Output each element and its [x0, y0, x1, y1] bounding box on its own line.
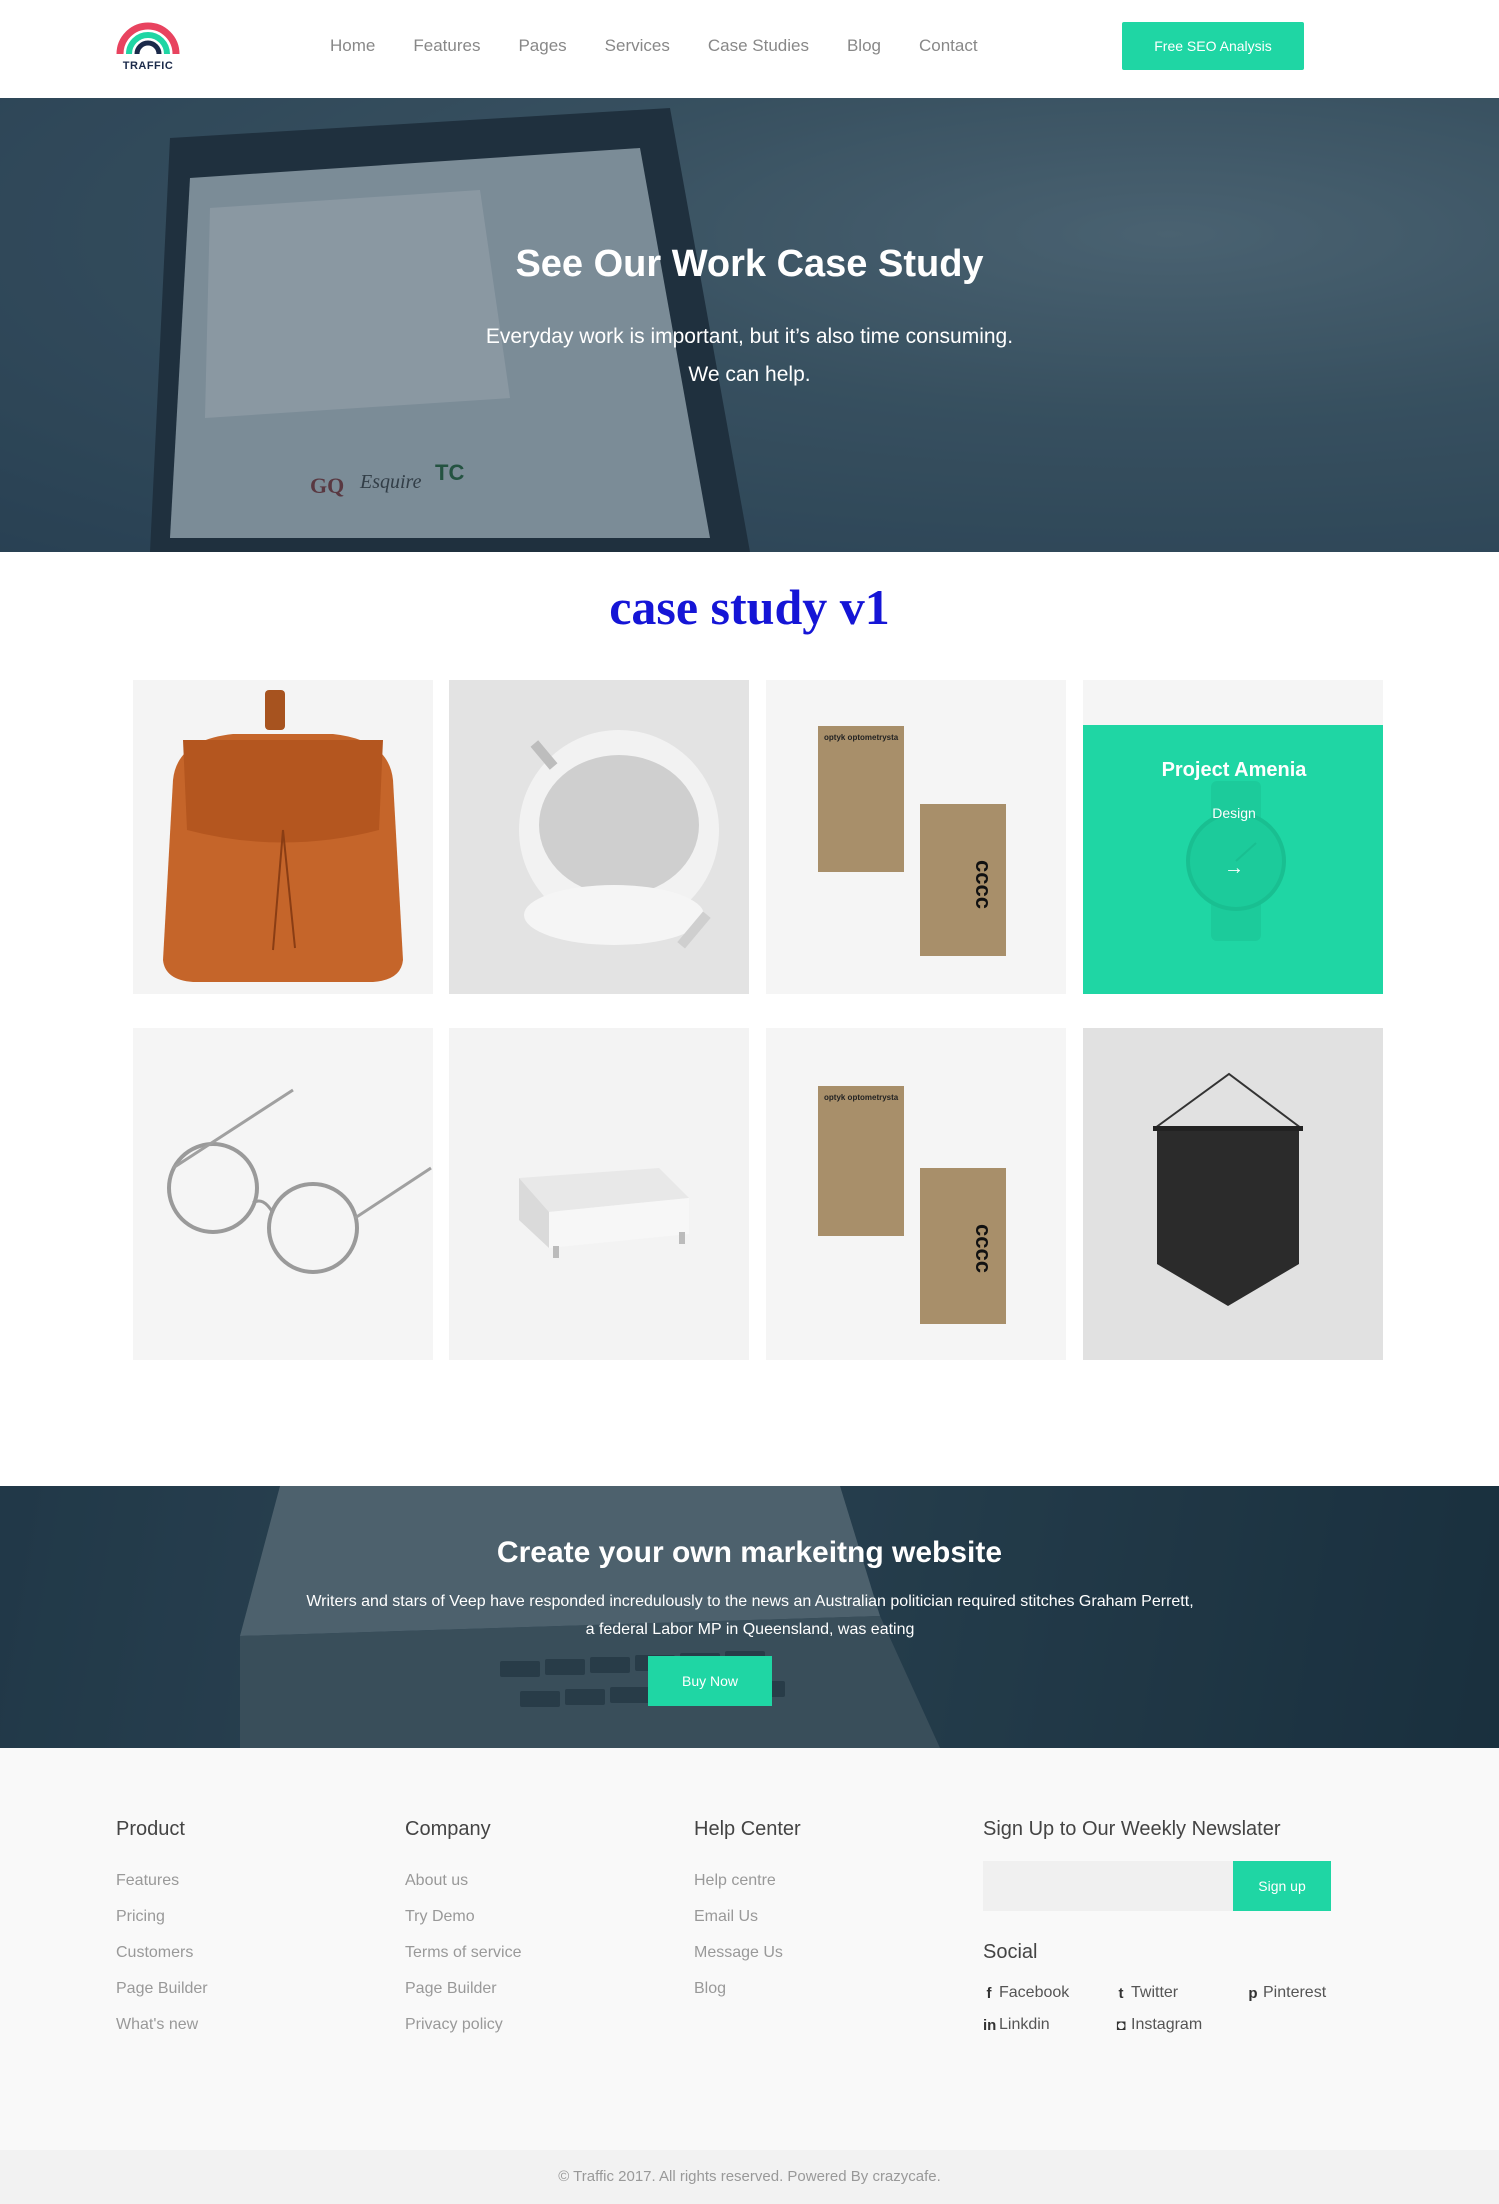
nav-features[interactable]: Features: [413, 34, 480, 58]
case-card-pennant[interactable]: [1083, 1028, 1383, 1360]
nav-contact[interactable]: Contact: [919, 34, 978, 58]
newsletter-email-input[interactable]: [983, 1861, 1233, 1911]
footer-link[interactable]: Page Builder: [116, 1971, 208, 2007]
featured-project-title: Project Amenia: [1161, 759, 1307, 781]
banner-text: Writers and stars of Veep have responded…: [306, 1593, 1194, 1638]
twitter-icon: t: [1118, 1984, 1124, 2002]
card-logo-text: optyk optometrysta: [824, 733, 899, 742]
case-card-business-cards-2[interactable]: optyk optometrysta cccc: [766, 1028, 1066, 1360]
footer-column-company: Company About us Try Demo Terms of servi…: [405, 1818, 521, 2043]
footer-link[interactable]: Help centre: [694, 1863, 801, 1899]
case-card-featured-project[interactable]: Project Amenia Design →: [1083, 680, 1383, 994]
pennant-image: [1083, 1028, 1383, 1360]
footer-link[interactable]: What's new: [116, 2007, 208, 2043]
social-title: Social: [983, 1941, 1038, 1963]
business-cards-image: optyk optometrysta cccc: [766, 680, 1066, 994]
footer-link[interactable]: Features: [116, 1863, 208, 1899]
footer-column-title: Product: [116, 1818, 185, 1840]
logo-text: TRAFFIC: [122, 60, 174, 72]
footer-link[interactable]: Email Us: [694, 1899, 801, 1935]
buy-now-button[interactable]: Buy Now: [648, 1656, 772, 1706]
sofa-image: [449, 1028, 749, 1360]
social-label: Facebook: [999, 1984, 1070, 2001]
social-facebook[interactable]: f Facebook: [983, 1984, 1115, 2002]
social-label: Twitter: [1131, 1984, 1179, 2001]
footer-link[interactable]: Customers: [116, 1935, 208, 1971]
pinterest-icon: p: [1248, 1984, 1258, 2002]
case-card-business-cards[interactable]: optyk optometrysta cccc: [766, 680, 1066, 994]
banner-title: Create your own markeitng website: [496, 1536, 1003, 1569]
case-card-chair[interactable]: [449, 680, 749, 994]
newsletter-form: Sign up: [983, 1861, 1383, 1911]
newsletter-title: Sign Up to Our Weekly Newslater: [983, 1818, 1281, 1840]
chair-image: [449, 680, 749, 994]
case-card-backpack[interactable]: [133, 680, 433, 994]
footer-column-help-center: Help Center Help centre Email Us Message…: [694, 1818, 801, 2007]
free-seo-analysis-button[interactable]: Free SEO Analysis: [1122, 22, 1304, 70]
hero-section: GQ Esquire TC See Our Work Case Study Ev…: [0, 98, 1499, 552]
nav-home[interactable]: Home: [330, 34, 375, 58]
case-card-glasses[interactable]: [133, 1028, 433, 1360]
newsletter-section: Sign Up to Our Weekly Newslater Sign up …: [983, 1818, 1383, 2034]
site-header: TRAFFIC Home Features Pages Services Cas…: [0, 0, 1499, 98]
social-label: Linkdin: [999, 2016, 1050, 2033]
featured-panel: Project Amenia Design →: [1083, 725, 1383, 994]
footer-link[interactable]: Try Demo: [405, 1899, 521, 1935]
social-label: Instagram: [1131, 2016, 1203, 2033]
hero-subtitle-line-2: We can help.: [688, 363, 811, 386]
hero-subtitle-line-1: Everyday work is important, but it’s als…: [485, 325, 1014, 348]
nav-case-studies[interactable]: Case Studies: [708, 34, 809, 58]
footer-link[interactable]: Blog: [694, 1971, 801, 2007]
site-footer: Product Features Pricing Customers Page …: [0, 1748, 1499, 2150]
nav-pages[interactable]: Pages: [518, 34, 566, 58]
footer-column-title: Help Center: [694, 1818, 801, 1840]
footer-column-product: Product Features Pricing Customers Page …: [116, 1818, 208, 2043]
card-logo-text-2: optyk optometrysta: [824, 1093, 899, 1102]
social-label: Pinterest: [1263, 1984, 1327, 2001]
footer-link[interactable]: Page Builder: [405, 1971, 521, 2007]
footer-link[interactable]: Pricing: [116, 1899, 208, 1935]
case-study-heading: case study v1: [609, 579, 890, 635]
hero-subtitle: Everyday work is important, but it’s als…: [0, 318, 1499, 394]
social-pinterest[interactable]: p Pinterest: [1247, 1984, 1379, 2002]
footer-link[interactable]: Message Us: [694, 1935, 801, 1971]
social-instagram[interactable]: ◘ Instagram: [1115, 2016, 1247, 2034]
hero-title: See Our Work Case Study: [515, 243, 984, 285]
social-links: f Facebook t Twitter p Pinterest in Link…: [983, 1984, 1383, 2034]
social-twitter[interactable]: t Twitter: [1115, 1984, 1247, 2002]
featured-project-category: Design: [1212, 805, 1256, 821]
marketing-banner: Create your own markeitng website Writer…: [0, 1486, 1499, 1748]
card-logo-cccc-2: cccc: [971, 1224, 996, 1273]
nav-blog[interactable]: Blog: [847, 34, 881, 58]
sign-up-button[interactable]: Sign up: [1233, 1861, 1331, 1911]
arrow-right-icon[interactable]: →: [1083, 857, 1383, 880]
logo[interactable]: TRAFFIC: [116, 20, 180, 76]
copyright-bar: © Traffic 2017. All rights reserved. Pow…: [0, 2150, 1499, 2204]
facebook-icon: f: [986, 1984, 992, 2002]
rainbow-logo-icon: [116, 22, 180, 55]
nav-services[interactable]: Services: [605, 34, 670, 58]
footer-column-title: Company: [405, 1818, 491, 1840]
backpack-image: [133, 680, 433, 994]
instagram-icon: ◘: [1116, 2016, 1126, 2034]
linkedin-icon: in: [983, 2016, 997, 2034]
social-linkedin[interactable]: in Linkdin: [983, 2016, 1115, 2034]
footer-link[interactable]: Privacy policy: [405, 2007, 521, 2043]
footer-link[interactable]: About us: [405, 1863, 521, 1899]
main-nav: Home Features Pages Services Case Studie…: [330, 34, 1016, 58]
footer-link[interactable]: Terms of service: [405, 1935, 521, 1971]
card-logo-cccc: cccc: [971, 860, 996, 909]
glasses-image: [133, 1028, 433, 1360]
business-cards-image-2: optyk optometrysta cccc: [766, 1028, 1066, 1360]
case-card-sofa[interactable]: [449, 1028, 749, 1360]
